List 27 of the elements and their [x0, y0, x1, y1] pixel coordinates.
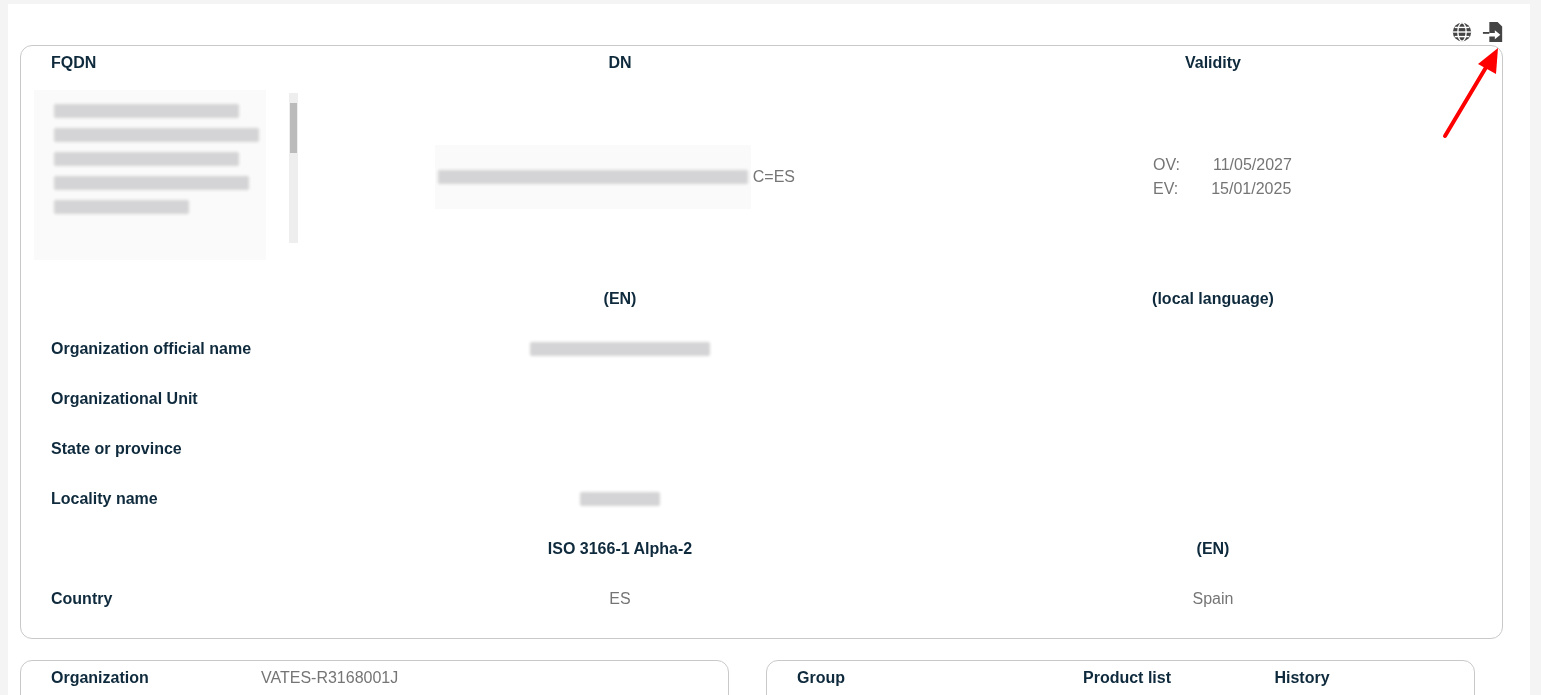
field-label: Country: [51, 590, 113, 608]
validity-date: 11/05/2027: [1212, 156, 1292, 174]
validity-label: OV:: [1153, 156, 1180, 174]
field-label: Organization official name: [51, 340, 252, 358]
dn-value: C=ES: [752, 168, 795, 186]
field-label: State or province: [51, 440, 182, 458]
column-header: (local language): [1152, 290, 1274, 308]
column-header: (EN): [1196, 540, 1230, 558]
column-header: History: [1274, 669, 1330, 686]
validity-date: 15/01/2025: [1211, 180, 1292, 198]
globe-icon[interactable]: [1451, 21, 1473, 43]
validity-label: EV:: [1153, 180, 1179, 198]
field-label: Organizational Unit: [51, 390, 198, 408]
column-header: Product list: [1083, 669, 1171, 686]
column-header: Group: [797, 669, 845, 686]
scrollbar[interactable]: [289, 93, 298, 243]
organization-value: VATES-R3168001J: [261, 669, 399, 687]
column-header: FQDN: [51, 54, 97, 72]
file-import-icon[interactable]: [1482, 21, 1504, 43]
column-header: ISO 3166-1 Alpha-2: [547, 540, 693, 558]
field-label: Organization: [51, 669, 149, 686]
column-header: DN: [608, 54, 632, 72]
country-code: ES: [609, 590, 631, 608]
column-header: Validity: [1185, 54, 1241, 72]
column-header: (EN): [603, 290, 637, 308]
country-name: Spain: [1192, 590, 1234, 608]
field-label: Locality name: [51, 490, 158, 508]
